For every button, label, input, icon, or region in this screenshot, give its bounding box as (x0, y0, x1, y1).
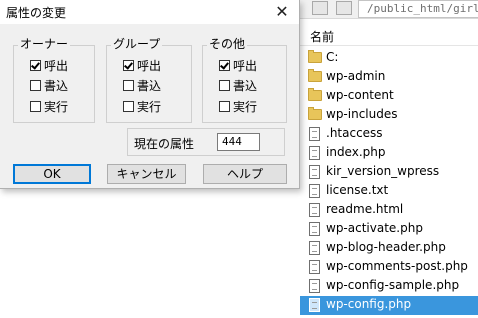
folder-icon (308, 50, 322, 63)
file-list-item[interactable]: .htaccess (300, 125, 478, 144)
checkbox-box[interactable] (123, 60, 134, 71)
help-button[interactable]: ヘルプ (203, 164, 287, 184)
file-name: wp-config.php (326, 297, 412, 311)
file-name: .htaccess (326, 126, 383, 140)
ok-button[interactable]: OK (13, 164, 91, 184)
file-list-item[interactable]: wp-activate.php (300, 220, 478, 239)
column-header-name[interactable]: 名前 (300, 24, 478, 46)
checkbox-label: 実行 (233, 100, 258, 114)
dialog-titlebar: 属性の変更 ✕ (0, 0, 299, 24)
checkbox-label: 呼出 (233, 59, 258, 73)
other-permissions-group: その他 呼出 書込 実行 (202, 37, 287, 123)
checkbox-box[interactable] (219, 60, 230, 71)
file-list-item[interactable]: wp-blog-header.php (300, 239, 478, 258)
checkbox-box[interactable] (219, 80, 230, 91)
attribute-value-input[interactable]: 444 (217, 133, 260, 151)
checkbox-box[interactable] (30, 80, 41, 91)
group-title-owner: オーナー (18, 37, 71, 51)
file-name: license.txt (326, 183, 389, 197)
file-icon (309, 203, 320, 217)
file-list-item[interactable]: wp-includes (300, 106, 478, 125)
open-folder-icon[interactable] (336, 1, 352, 15)
file-name: wp-admin (326, 69, 386, 83)
file-icon (309, 279, 320, 293)
checkbox-box[interactable] (30, 101, 41, 112)
folder-up-icon[interactable] (312, 1, 328, 15)
file-icon (309, 184, 320, 198)
file-icon (309, 165, 320, 179)
checkbox-box[interactable] (30, 60, 41, 71)
folder-icon (308, 107, 322, 120)
checkbox-label: 呼出 (137, 59, 162, 73)
checkbox-box[interactable] (219, 101, 230, 112)
current-attribute-box: 現在の属性 444 (127, 128, 285, 156)
file-list: C: wp-admin wp-content wp-includes .htaccess… (300, 49, 478, 315)
browser-toolbar: /public_html/girls-c (300, 0, 478, 19)
file-icon (309, 260, 320, 274)
file-browser-pane: /public_html/girls-c 名前 C: wp-admin wp-con… (300, 0, 478, 318)
file-name: C: (326, 50, 339, 64)
checkbox-label: 書込 (137, 79, 162, 93)
file-list-item[interactable]: readme.html (300, 201, 478, 220)
checkbox-box[interactable] (123, 101, 134, 112)
checkbox-label: 実行 (137, 100, 162, 114)
file-list-item[interactable]: wp-admin (300, 68, 478, 87)
dialog-title: 属性の変更 (6, 6, 67, 20)
file-list-item[interactable]: wp-content (300, 87, 478, 106)
current-attribute-label: 現在の属性 (134, 137, 195, 151)
file-list-item[interactable]: C: (300, 49, 478, 68)
file-list-item[interactable]: index.php (300, 144, 478, 163)
file-icon (309, 146, 320, 160)
checkbox-label: 実行 (44, 100, 69, 114)
remote-path-field[interactable]: /public_html/girls-c (358, 0, 478, 18)
cancel-button[interactable]: キャンセル (107, 164, 186, 184)
change-attributes-dialog: 属性の変更 ✕ オーナー 呼出 書込 実行 グループ 呼出 書込 実行 その他 … (0, 0, 300, 189)
group-title-group: グループ (111, 37, 163, 51)
folder-icon (308, 69, 322, 82)
file-name: wp-comments-post.php (326, 259, 468, 273)
file-icon (309, 298, 320, 312)
file-name: wp-content (326, 88, 394, 102)
file-list-item[interactable]: wp-config.php (300, 296, 478, 315)
group-title-other: その他 (207, 37, 248, 51)
file-icon (309, 222, 320, 236)
checkbox-box[interactable] (123, 80, 134, 91)
checkbox-label: 書込 (44, 79, 69, 93)
file-name: readme.html (326, 202, 404, 216)
file-name: wp-config-sample.php (326, 278, 460, 292)
file-icon (309, 241, 320, 255)
group-permissions-group: グループ 呼出 書込 実行 (106, 37, 192, 123)
checkbox-label: 呼出 (44, 59, 69, 73)
file-icon (309, 127, 320, 141)
file-name: wp-blog-header.php (326, 240, 446, 254)
close-icon[interactable]: ✕ (266, 0, 298, 24)
checkbox-label: 書込 (233, 79, 258, 93)
owner-permissions-group: オーナー 呼出 書込 実行 (13, 37, 95, 123)
file-name: kir_version_wpress (326, 164, 440, 178)
file-name: wp-activate.php (326, 221, 423, 235)
file-list-item[interactable]: wp-comments-post.php (300, 258, 478, 277)
file-list-item[interactable]: wp-config-sample.php (300, 277, 478, 296)
folder-icon (308, 88, 322, 101)
file-name: index.php (326, 145, 386, 159)
file-list-item[interactable]: license.txt (300, 182, 478, 201)
file-name: wp-includes (326, 107, 398, 121)
file-list-item[interactable]: kir_version_wpress (300, 163, 478, 182)
